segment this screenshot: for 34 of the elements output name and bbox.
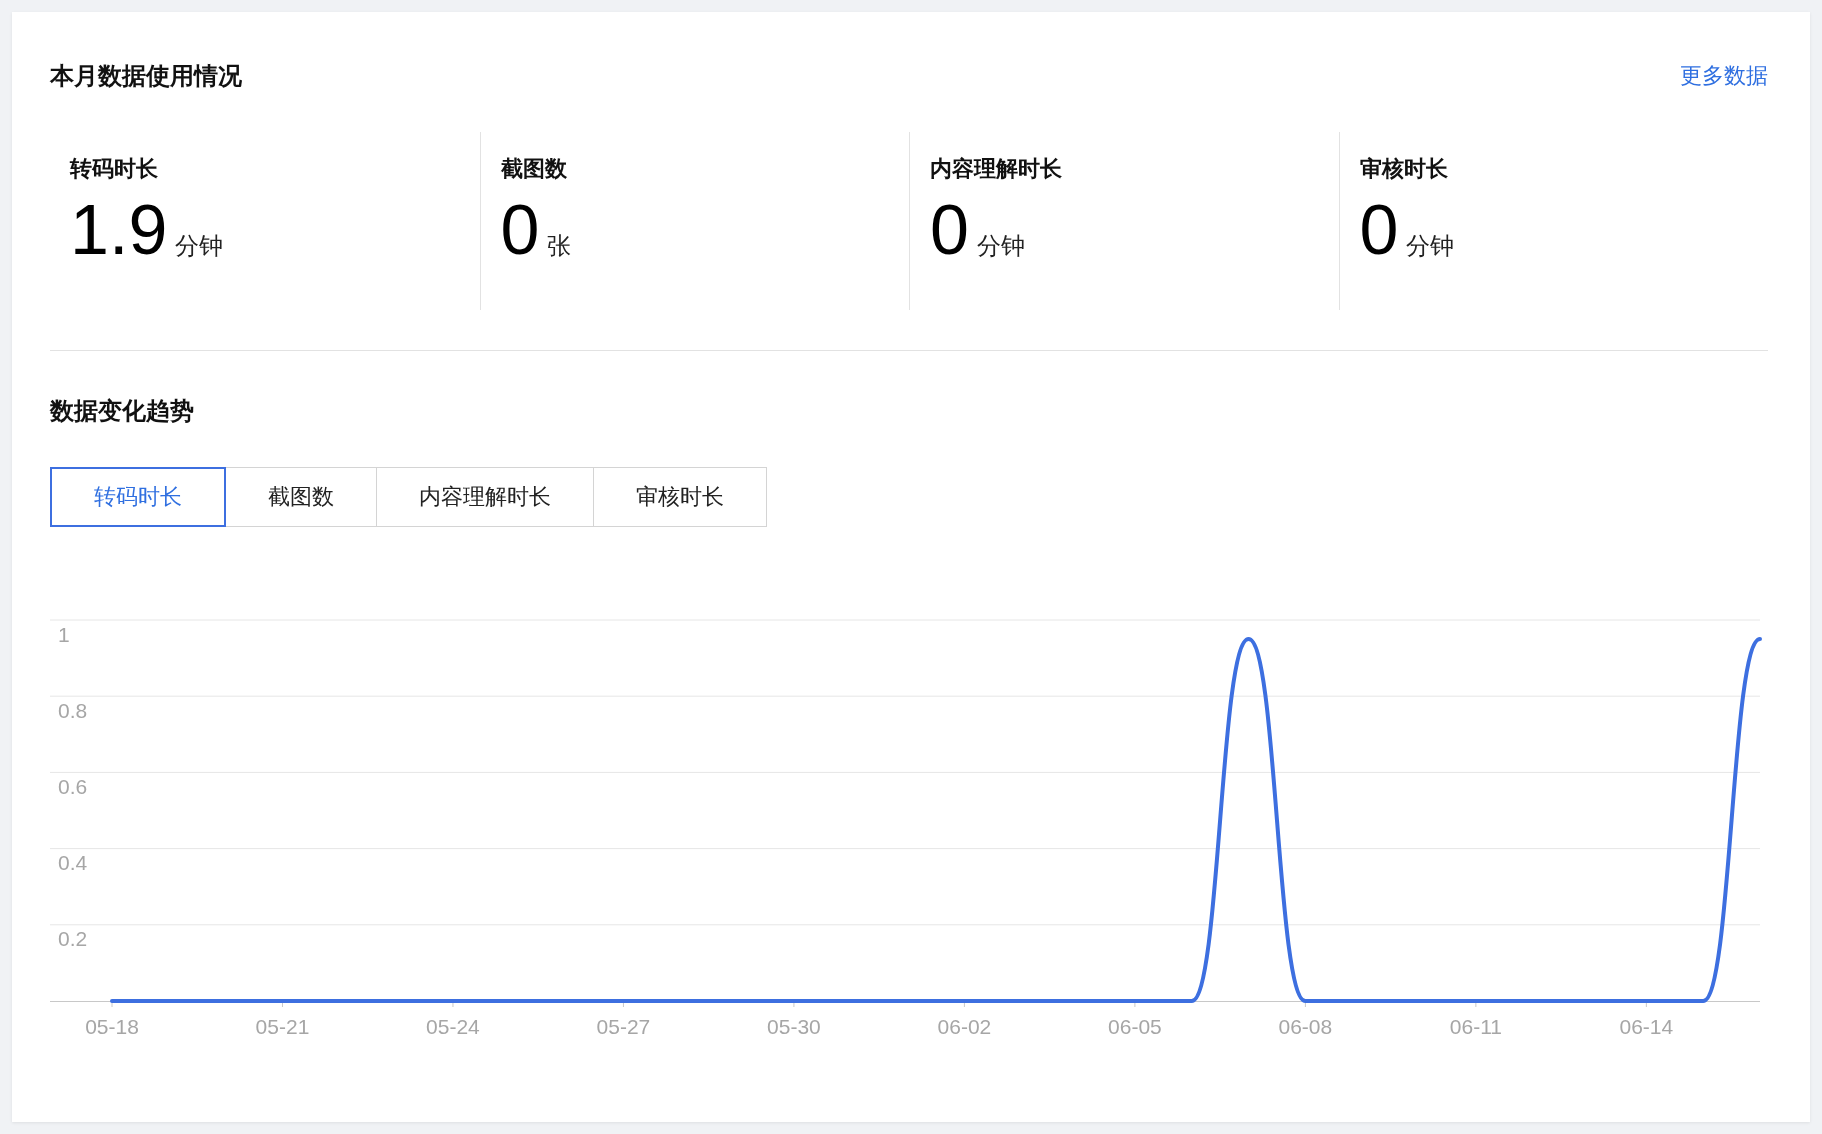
x-axis-label: 05-21 <box>255 1015 310 1038</box>
stat-unit: 分钟 <box>1406 231 1455 261</box>
stat-label: 内容理解时长 <box>930 155 1062 183</box>
stat-label: 截图数 <box>500 155 567 183</box>
stat-value: 0 <box>500 192 540 269</box>
more-data-link[interactable]: 更多数据 <box>1680 61 1768 91</box>
x-axis-label: 05-24 <box>426 1015 480 1038</box>
x-axis-label: 05-27 <box>596 1015 651 1038</box>
metric-tab[interactable]: 转码时长 <box>50 467 226 527</box>
stat-unit: 分钟 <box>976 231 1025 261</box>
x-axis-label: 05-30 <box>767 1015 821 1038</box>
y-axis-label: 0.6 <box>58 774 88 798</box>
stat-value: 1.9 <box>70 192 168 269</box>
metric-tab[interactable]: 审核时长 <box>594 467 767 527</box>
y-axis-label: 0.4 <box>58 851 88 875</box>
section-title: 本月数据使用情况 <box>50 61 242 91</box>
x-axis-label: 06-11 <box>1449 1015 1502 1038</box>
stat-label: 转码时长 <box>70 155 158 183</box>
x-axis-label: 06-14 <box>1619 1015 1674 1038</box>
x-axis-label: 05-18 <box>85 1015 139 1038</box>
y-axis-label: 0.8 <box>58 698 88 722</box>
stat-label: 审核时长 <box>1359 155 1448 183</box>
x-axis-label: 06-08 <box>1278 1015 1333 1038</box>
stat-value: 0 <box>1359 192 1399 269</box>
stat-unit: 张 <box>547 231 572 261</box>
stat-unit: 分钟 <box>175 231 224 261</box>
metric-tab[interactable]: 截图数 <box>226 467 377 527</box>
metric-tab[interactable]: 内容理解时长 <box>377 467 594 527</box>
y-axis-label: 1 <box>58 622 70 646</box>
section-title: 数据变化趋势 <box>50 396 194 426</box>
x-axis-label: 06-05 <box>1108 1015 1162 1038</box>
stat-value: 0 <box>930 192 969 269</box>
y-axis-label: 0.2 <box>58 927 88 951</box>
x-axis-label: 06-02 <box>937 1015 992 1038</box>
